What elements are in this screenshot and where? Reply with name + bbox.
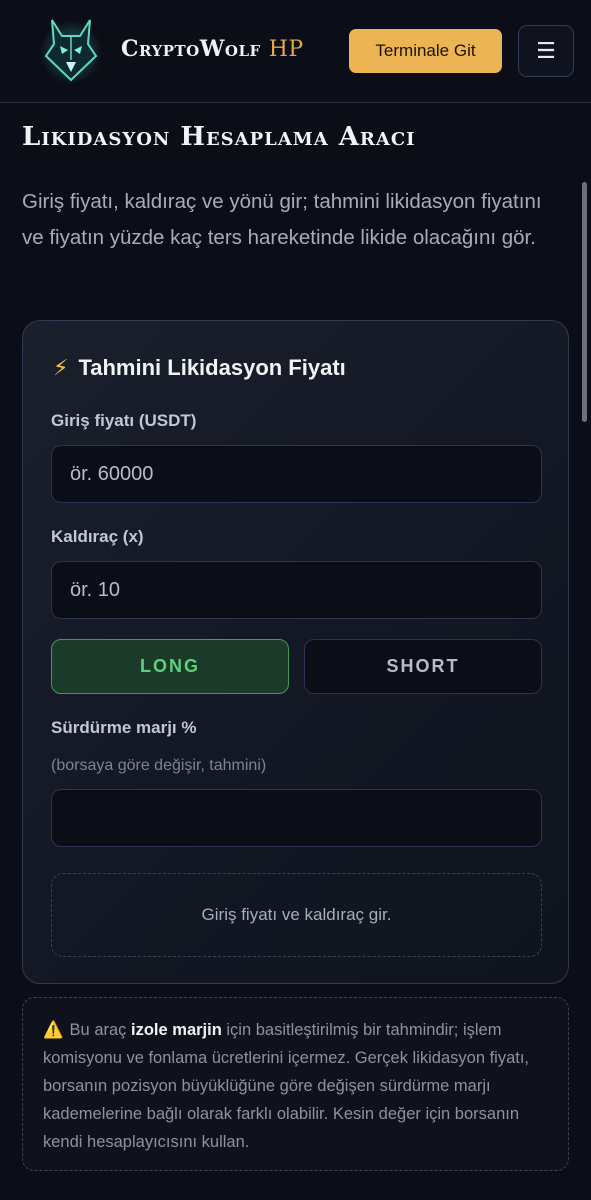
calculator-title: ⚡ Tahmini Likidasyon Fiyatı: [53, 355, 346, 381]
site-header: CryptoWolf HP Terminale Git ☰: [0, 0, 591, 103]
maintenance-margin-label: Sürdürme marjı %: [51, 718, 197, 737]
brand-suffix: HP: [268, 37, 304, 62]
maintenance-margin-hint: (borsaya göre değişir, tahmini): [51, 757, 267, 774]
leverage-label: Kaldıraç (x): [51, 527, 144, 546]
wolf-logo-icon[interactable]: [40, 16, 102, 84]
disclaimer-prefix: Bu araç: [69, 1021, 127, 1039]
liquidation-calculator-card: ⚡ Tahmini Likidasyon Fiyatı Giriş fiyatı …: [22, 320, 569, 984]
brand-name[interactable]: CryptoWolf HP: [121, 36, 304, 62]
result-text: Giriş fiyatı ve kaldıraç gir.: [201, 905, 392, 924]
disclaimer-highlight: izole marjin: [131, 1021, 222, 1039]
leverage-input[interactable]: [51, 561, 542, 619]
lightning-icon: ⚡: [53, 355, 69, 380]
terminal-button[interactable]: Terminale Git: [349, 29, 502, 73]
long-button[interactable]: LONG: [51, 639, 289, 694]
calculator-title-text: Tahmini Likidasyon Fiyatı: [78, 355, 346, 380]
entry-price-input[interactable]: [51, 445, 542, 503]
disclaimer-text: için basitleştirilmiş bir tahmindir; işl…: [43, 1021, 530, 1151]
result-box: Giriş fiyatı ve kaldıraç gir.: [51, 873, 542, 957]
brand-wordmark: CryptoWolf: [121, 36, 261, 62]
short-button[interactable]: SHORT: [304, 639, 542, 694]
warning-icon: ⚠️: [43, 1021, 64, 1039]
menu-button[interactable]: ☰: [518, 25, 574, 77]
page-intro: Giriş fiyatı, kaldıraç ve yönü gir; tahm…: [22, 190, 542, 249]
maintenance-margin-input[interactable]: [51, 789, 542, 847]
page-scrollbar[interactable]: [582, 182, 587, 422]
hamburger-icon: ☰: [536, 38, 556, 63]
entry-price-label: Giriş fiyatı (USDT): [51, 411, 197, 430]
disclaimer-note: ⚠️ Bu araç izole marjin için basitleştiri…: [22, 997, 569, 1171]
page-title: Likidasyon Hesaplama Aracı: [22, 122, 416, 152]
